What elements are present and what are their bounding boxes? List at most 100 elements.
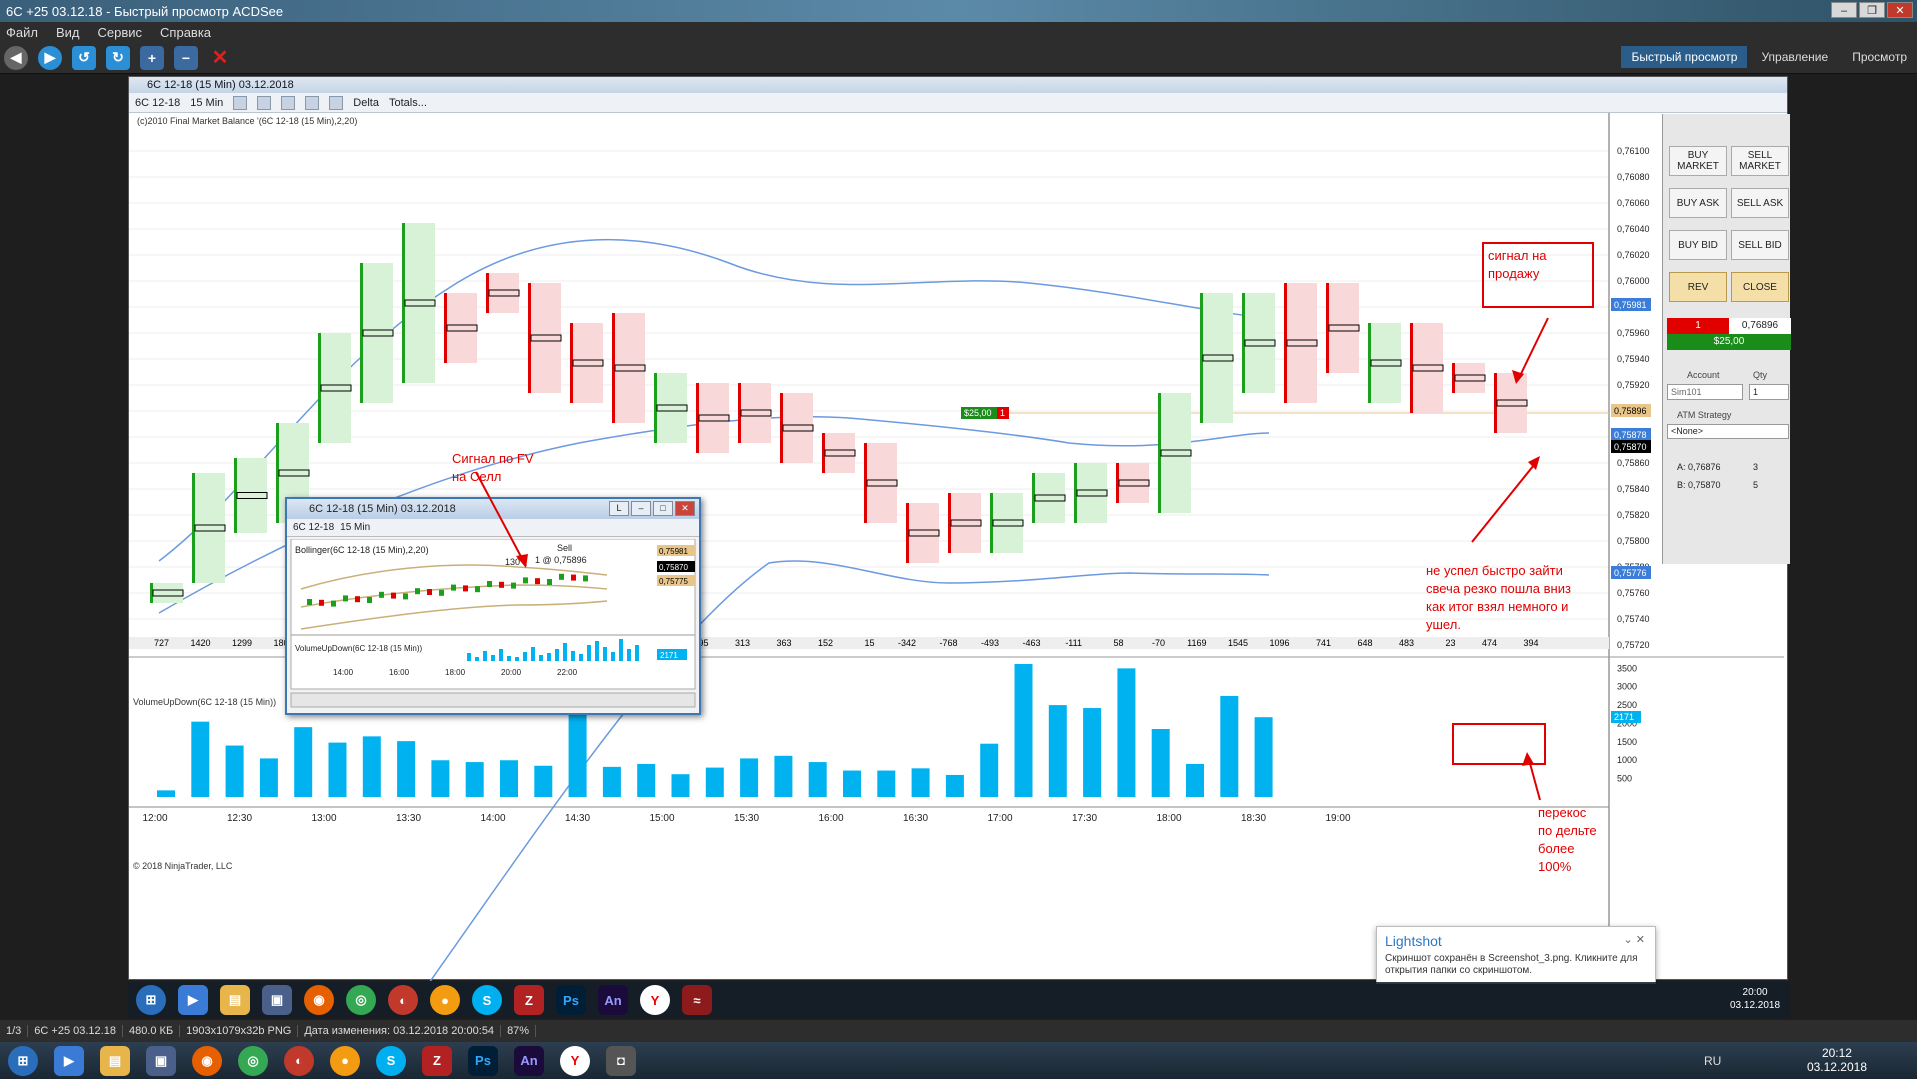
price-tag: 0,75870 [1614, 442, 1647, 452]
tb-yandex-icon[interactable]: Y [560, 1045, 590, 1076]
start-icon[interactable]: ⊞ [136, 985, 166, 1015]
mini-instrument-select[interactable]: 6C 12-18 [293, 522, 334, 533]
photoshop-icon[interactable]: Ps [556, 985, 586, 1015]
filezilla-icon[interactable]: Z [514, 985, 544, 1015]
instrument-select[interactable]: 6C 12-18 [135, 97, 180, 109]
save-icon[interactable]: ▣ [262, 985, 292, 1015]
rotate-left-icon[interactable]: ↺ [72, 45, 96, 70]
bar-type-icon[interactable] [233, 95, 248, 110]
trading-app-icon[interactable]: ≈ [682, 985, 712, 1015]
mini-maximize-button[interactable]: □ [653, 501, 673, 516]
minimize-button[interactable]: – [1831, 2, 1857, 18]
footprint-cells [1161, 393, 1191, 513]
inner-tray-clock: 20:00 03.12.2018 [1730, 986, 1780, 1012]
account-select[interactable]: Sim101 [1667, 384, 1743, 400]
cursor-icon[interactable] [281, 95, 296, 110]
tray-lang[interactable]: RU [1704, 1054, 1721, 1068]
ask-price: A: 0,76876 [1677, 462, 1721, 472]
qty-input[interactable]: 1 [1749, 384, 1789, 400]
menu-view[interactable]: Вид [56, 25, 80, 40]
buy-ask-button[interactable]: BUY ASK [1669, 188, 1727, 218]
volume-bar [637, 763, 656, 797]
delta-select[interactable]: Delta [353, 97, 379, 109]
mini-interval-select[interactable]: 15 Min [340, 522, 370, 533]
back-icon[interactable]: ◀ [4, 45, 28, 70]
annotation-missed-entry: не успел быстро зайти свеча резко пошла … [1426, 563, 1571, 632]
mini-volume-bar [515, 657, 519, 661]
volume-tag: 2171 [1614, 712, 1634, 722]
inner-date: 03.12.2018 [1730, 1000, 1781, 1011]
windows-start-icon[interactable]: ⊞ [8, 1045, 38, 1076]
time-label: 12:00 [142, 813, 167, 824]
tb-photoshop-icon[interactable]: Ps [468, 1045, 498, 1076]
sell-market-button[interactable]: SELL MARKET [1731, 146, 1789, 176]
rev-button[interactable]: REV [1669, 272, 1727, 302]
mini-link-button[interactable]: L [609, 501, 629, 516]
delete-icon[interactable]: ✕ [208, 46, 232, 70]
tb-ninjatrader-icon[interactable]: ◐ [284, 1045, 314, 1076]
lightshot-notification[interactable]: Lightshot Скриншот сохранён в Screenshot… [1376, 926, 1656, 984]
tb-chrome-icon[interactable]: ◎ [238, 1045, 268, 1076]
mini-candle [487, 581, 492, 587]
interval-select[interactable]: 15 Min [190, 97, 223, 109]
mini-volume-bar [539, 655, 543, 661]
tab-manage[interactable]: Управление [1751, 46, 1838, 68]
menu-help[interactable]: Справка [160, 25, 211, 40]
tb-filezilla-icon[interactable]: Z [422, 1045, 452, 1076]
volume-bar [1014, 663, 1033, 797]
tb-animate-icon[interactable]: An [514, 1045, 544, 1076]
skype-icon[interactable]: S [472, 985, 502, 1015]
animate-icon[interactable]: An [598, 985, 628, 1015]
mini-close-button[interactable]: ✕ [675, 501, 695, 516]
tray-clock[interactable]: 20:12 03.12.2018 [1807, 1046, 1867, 1074]
menu-service[interactable]: Сервис [98, 25, 143, 40]
mini-chart-titlebar: 6C 12-18 (15 Min) 03.12.2018 L – □ ✕ [287, 499, 699, 519]
totals-select[interactable]: Totals... [389, 97, 427, 109]
app-icon[interactable]: ● [430, 985, 460, 1015]
footprint-cells [699, 383, 729, 453]
close-position-button[interactable]: CLOSE [1731, 272, 1789, 302]
zoom-out-icon[interactable]: − [174, 45, 198, 70]
tab-view[interactable]: Просмотр [1842, 46, 1917, 68]
tb-firefox-icon[interactable]: ◉ [192, 1045, 222, 1076]
ninjatrader-icon[interactable]: ◐ [388, 985, 418, 1015]
mini-minimize-button[interactable]: – [631, 501, 651, 516]
indicators-icon[interactable] [305, 95, 320, 110]
buy-bid-button[interactable]: BUY BID [1669, 230, 1727, 260]
tb-acdsee-icon[interactable]: ◘ [606, 1045, 636, 1076]
tb-folder-icon[interactable]: ▤ [100, 1045, 130, 1076]
tb-media-icon[interactable]: ▶ [54, 1045, 84, 1076]
firefox-icon[interactable]: ◉ [304, 985, 334, 1015]
tb-save-icon[interactable]: ▣ [146, 1045, 176, 1076]
tab-quick-view[interactable]: Быстрый просмотр [1621, 46, 1748, 68]
strategies-icon[interactable] [329, 95, 344, 110]
atm-strategy-select[interactable]: <None> [1667, 424, 1789, 439]
menu-file[interactable]: Файл [6, 25, 38, 40]
tb-app-icon[interactable]: ● [330, 1045, 360, 1076]
yandex-icon[interactable]: Y [640, 985, 670, 1015]
buy-market-button[interactable]: BUY MARKET [1669, 146, 1727, 176]
forward-icon[interactable]: ▶ [38, 45, 62, 70]
mini-candle [427, 589, 432, 595]
maximize-button[interactable]: ❐ [1859, 2, 1885, 18]
lightshot-close-icon[interactable]: ⌄ ✕ [1624, 933, 1646, 946]
rotate-right-icon[interactable]: ↻ [106, 45, 130, 70]
status-index: 1/3 [0, 1025, 29, 1037]
position-price: 0,76896 [1729, 318, 1791, 334]
footprint-cells [1203, 293, 1233, 423]
close-button[interactable]: ✕ [1887, 2, 1913, 18]
folder-icon[interactable]: ▤ [220, 985, 250, 1015]
zoom-in-icon[interactable]: + [140, 45, 164, 70]
mini-candle [355, 596, 360, 603]
time-label: 17:30 [1072, 813, 1097, 824]
mini-volume-bar [547, 653, 551, 661]
sell-bid-button[interactable]: SELL BID [1731, 230, 1789, 260]
mini-candle [583, 575, 588, 582]
tb-skype-icon[interactable]: S [376, 1045, 406, 1076]
order-entry-panel: BUY MARKET SELL MARKET BUY ASK SELL ASK … [1662, 114, 1791, 564]
media-icon[interactable]: ▶ [178, 985, 208, 1015]
chrome-icon[interactable]: ◎ [346, 985, 376, 1015]
sell-ask-button[interactable]: SELL ASK [1731, 188, 1789, 218]
volume-tick-label: 3500 [1617, 663, 1637, 673]
draw-tool-icon[interactable] [257, 95, 272, 110]
